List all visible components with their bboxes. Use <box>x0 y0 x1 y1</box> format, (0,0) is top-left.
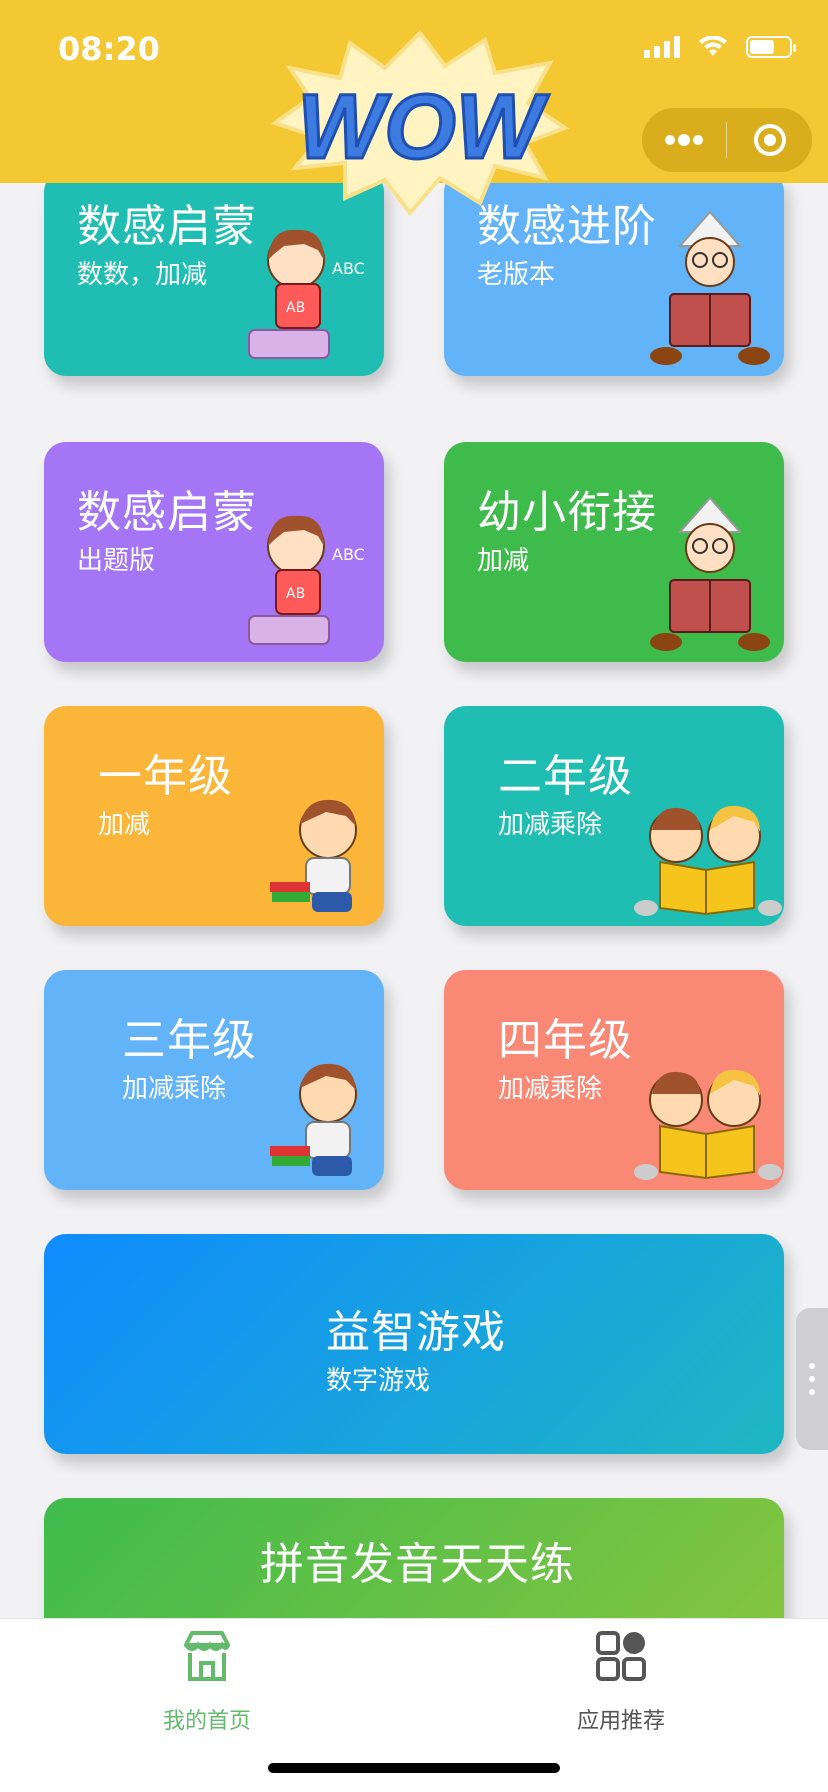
card-subtitle: 数字游戏 <box>326 1366 431 1396</box>
svg-text:AB: AB <box>286 586 305 602</box>
card-8[interactable]: 四年级 加减乘除 <box>444 970 784 1190</box>
boy-with-paper-hat-illustration <box>650 496 770 651</box>
wifi-icon <box>699 36 727 56</box>
more-dots-icon[interactable] <box>642 131 726 150</box>
target-icon[interactable] <box>727 122 812 158</box>
wow-logo: WOW <box>270 29 570 217</box>
boy-with-paper-hat-illustration <box>650 210 770 365</box>
card-title: 四年级 <box>498 1015 633 1066</box>
vertical-dots-icon <box>809 1363 815 1395</box>
screen: 08:20 WOW 数感启蒙 数数，加减 AB ABC 数感进阶 老版本 数感启… <box>0 0 828 1792</box>
signal-icon <box>644 36 680 58</box>
card-title: 数感启蒙 <box>77 487 257 538</box>
storefront-icon <box>184 1631 230 1681</box>
boy-with-books-illustration <box>270 799 357 912</box>
card-subtitle: 数数，加减 <box>77 260 208 290</box>
status-time: 08:20 <box>58 30 160 68</box>
card-title: 一年级 <box>98 751 233 802</box>
boy-with-books-illustration <box>270 1063 357 1176</box>
card-title: 拼音发音天天练 <box>260 1539 575 1590</box>
card-subtitle: 加减乘除 <box>498 1074 603 1104</box>
card-subtitle: 加减乘除 <box>122 1074 227 1104</box>
svg-text:AB: AB <box>286 300 305 316</box>
card-3[interactable]: 数感启蒙 出题版 AB ABC <box>44 442 384 662</box>
card-subtitle: 老版本 <box>477 260 556 290</box>
card-4[interactable]: 幼小衔接 加减 <box>444 442 784 662</box>
home-indicator <box>268 1763 560 1773</box>
card-title: 二年级 <box>498 751 633 802</box>
svg-text:ABC: ABC <box>332 545 365 564</box>
battery-icon <box>746 36 796 58</box>
card-title: 幼小衔接 <box>477 487 657 538</box>
card-6[interactable]: 二年级 加减乘除 <box>444 706 784 926</box>
tab-home[interactable]: 我的首页 <box>0 1619 414 1739</box>
svg-text:ABC: ABC <box>332 259 365 278</box>
wow-logo-text: WOW <box>297 76 549 178</box>
card-puzzle-games[interactable]: 益智游戏 数字游戏 <box>44 1234 784 1454</box>
card-subtitle: 加减 <box>98 810 151 840</box>
side-drawer-handle[interactable] <box>796 1308 828 1450</box>
girl-reading-illustration: AB ABC <box>248 515 365 645</box>
card-title: 数感启蒙 <box>77 201 257 252</box>
grid-apps-icon <box>596 1631 646 1681</box>
two-kids-reading-illustration <box>634 1069 782 1180</box>
card-title: 益智游戏 <box>326 1307 506 1358</box>
tab-bar: 我的首页 应用推荐 <box>0 1618 828 1792</box>
two-kids-reading-illustration <box>634 805 782 916</box>
status-icons <box>644 36 796 58</box>
tab-label: 我的首页 <box>162 1709 251 1734</box>
card-7[interactable]: 三年级 加减乘除 <box>44 970 384 1190</box>
card-subtitle: 出题版 <box>77 546 156 576</box>
girl-reading-illustration: AB ABC <box>248 229 365 359</box>
card-subtitle: 加减乘除 <box>498 810 603 840</box>
tab-app-recommend[interactable]: 应用推荐 <box>414 1619 828 1739</box>
card-subtitle: 加减 <box>477 546 530 576</box>
tab-label: 应用推荐 <box>576 1709 665 1734</box>
card-5[interactable]: 一年级 加减 <box>44 706 384 926</box>
mini-program-capsule <box>642 108 812 172</box>
card-title: 三年级 <box>122 1015 257 1066</box>
